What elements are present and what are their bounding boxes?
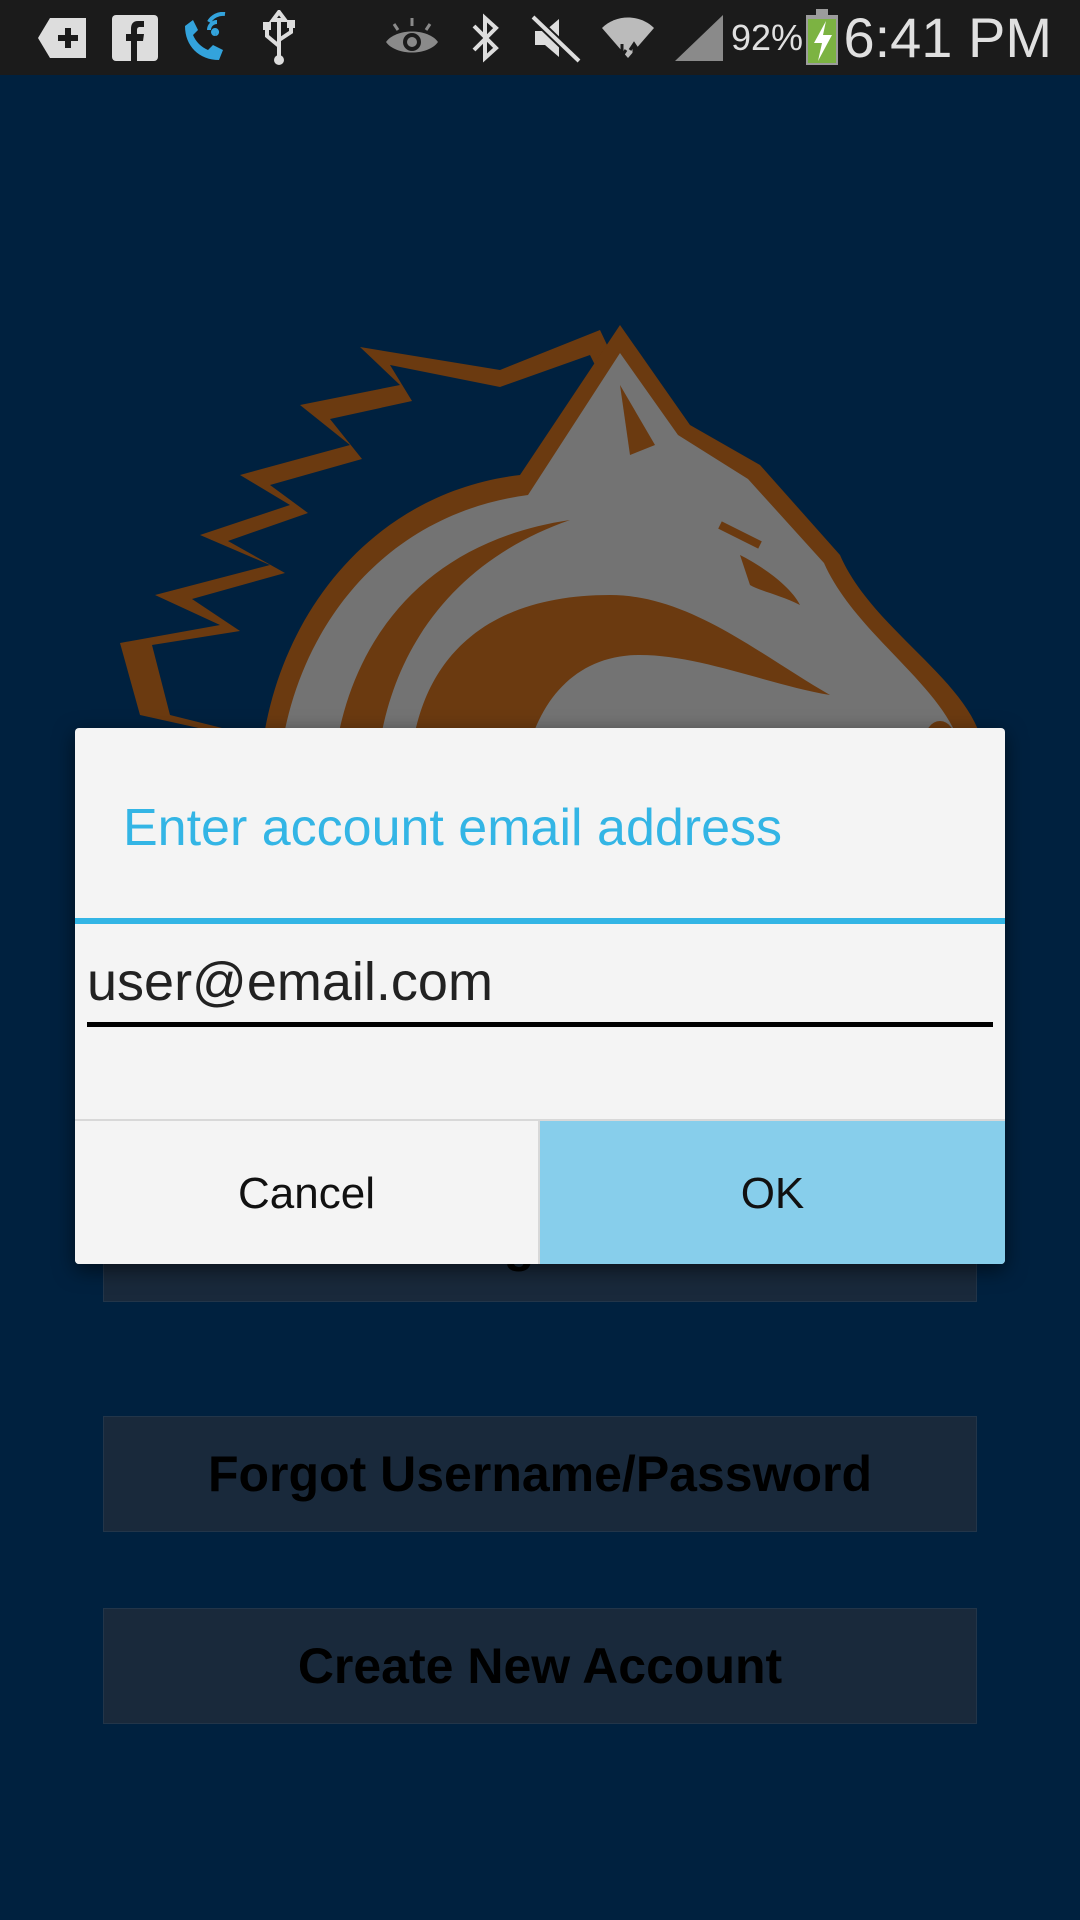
- ok-button[interactable]: OK: [540, 1121, 1005, 1264]
- usb-icon: [258, 10, 300, 66]
- signal-icon: [672, 10, 726, 66]
- cancel-button[interactable]: Cancel: [75, 1121, 540, 1264]
- wifi-icon: [600, 10, 656, 66]
- dialog-button-bar: Cancel OK: [75, 1119, 1005, 1264]
- wifi-calling-icon: [178, 10, 236, 66]
- email-field[interactable]: [87, 942, 993, 1027]
- bluetooth-icon: [468, 10, 502, 66]
- status-bar: 92% 6:41 PM: [0, 0, 1080, 75]
- dialog-title: Enter account email address: [123, 799, 783, 857]
- facebook-icon: [110, 10, 160, 66]
- email-dialog: Enter account email address Cancel OK: [75, 728, 1005, 1264]
- battery-percent: 92%: [731, 17, 804, 58]
- battery-charging-icon: [803, 9, 841, 66]
- add-box-icon: [34, 10, 90, 66]
- mute-icon: [530, 10, 582, 66]
- eye-icon: [384, 10, 440, 66]
- create-new-account-button[interactable]: Create New Account: [103, 1608, 977, 1724]
- forgot-username-password-button[interactable]: Forgot Username/Password: [103, 1416, 977, 1532]
- dialog-title-divider: [75, 918, 1005, 924]
- clock: 6:41 PM: [843, 6, 1052, 69]
